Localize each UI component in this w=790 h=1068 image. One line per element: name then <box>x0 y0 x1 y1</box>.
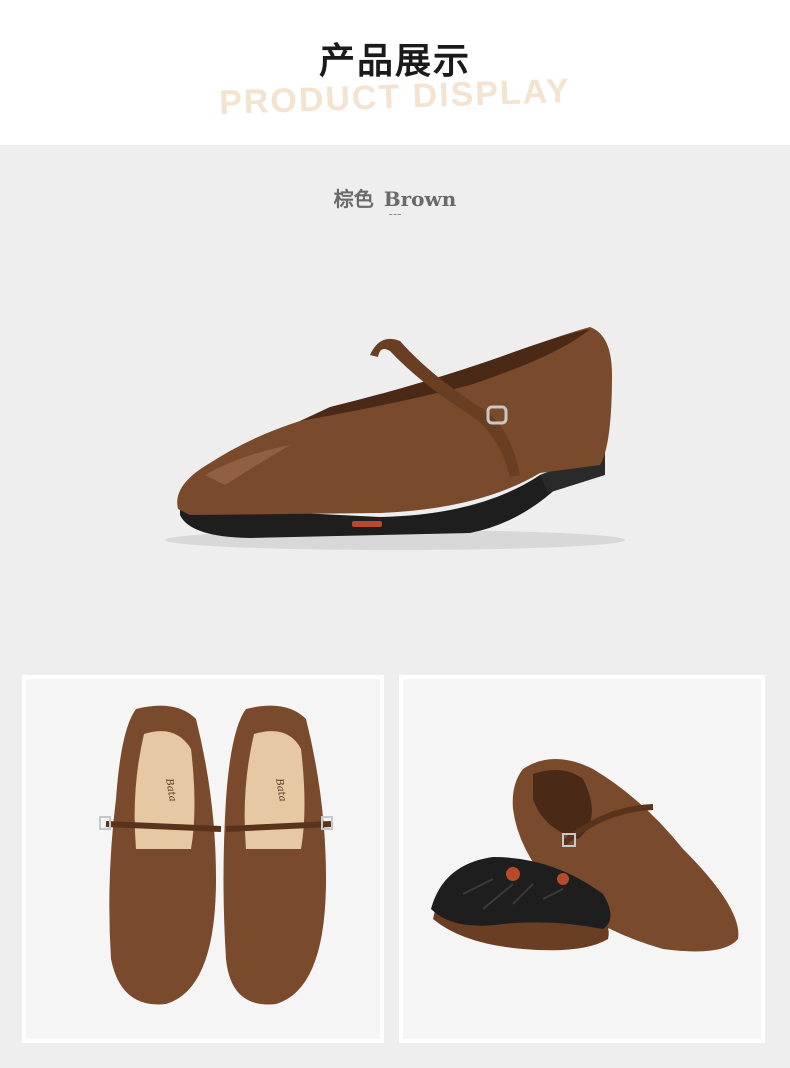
top-view-shoes-image: Bata Bata <box>99 705 333 1005</box>
left-shoe-insole <box>134 731 195 849</box>
hero-shoe-image <box>165 327 625 550</box>
gallery-panel-sole-view <box>399 675 765 1043</box>
heel-logo-badge <box>557 873 569 885</box>
hero-section: 棕色 Brown --- <box>0 145 790 645</box>
sole-accent <box>352 521 382 527</box>
sole-logo-badge <box>506 867 520 881</box>
right-shoe-insole <box>244 731 305 849</box>
gallery-panel-top-view: Bata Bata <box>22 675 384 1043</box>
sole-view-shoes-image <box>431 759 739 952</box>
page-header: 产品展示 PRODUCT DISPLAY <box>0 0 790 145</box>
